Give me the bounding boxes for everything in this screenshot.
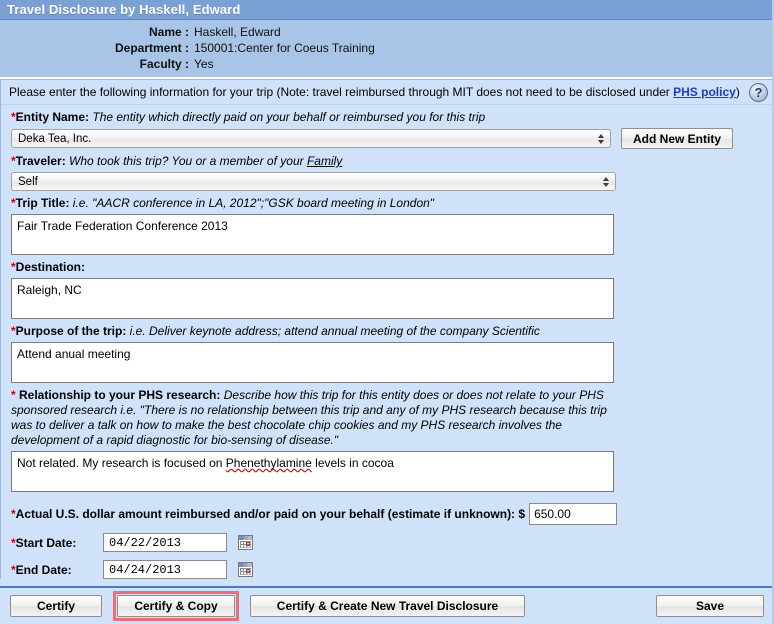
label-traveler: *Traveler: Who took this trip? You or a … [11,149,763,172]
field-amount: *Actual U.S. dollar amount reimbursed an… [1,492,773,525]
calendar-icon[interactable] [238,535,253,550]
label-start-date: *Start Date: [11,536,103,550]
instruction-text-before: Please enter the following information f… [9,85,674,99]
calendar-icon[interactable] [238,562,253,577]
end-date-input[interactable]: 04/24/2013 [103,560,227,579]
entity-name-select[interactable]: Deka Tea, Inc. [11,129,611,148]
instruction-text: Please enter the following information f… [9,85,740,99]
label-text: Actual U.S. dollar amount reimbursed and… [15,507,526,521]
trip-title-input[interactable]: Fair Trade Federation Conference 2013 [11,214,614,255]
certify-button[interactable]: Certify [10,595,102,617]
label-text: Purpose of the trip: [15,324,127,338]
certify-and-copy-highlight: Certify & Copy [113,591,239,621]
label-text: End Date: [15,562,72,577]
field-trip-title: *Trip Title: i.e. "AACR conference in LA… [1,191,773,255]
purpose-input[interactable]: Attend anual meeting [11,342,614,383]
add-new-entity-button[interactable]: Add New Entity [621,128,734,149]
field-purpose: *Purpose of the trip: i.e. Deliver keyno… [1,319,773,383]
info-label-department: Department : [114,41,189,55]
label-text: Start Date: [15,535,77,550]
save-button[interactable]: Save [656,595,764,617]
label-text: Trip Title: [15,196,70,210]
start-date-input[interactable]: 04/22/2013 [103,533,227,552]
info-label-faculty: Faculty : [139,57,189,71]
field-destination: *Destination: Raleigh, NC [1,255,773,319]
instruction-text-after: ) [735,85,740,99]
question-mark-icon[interactable]: ? [749,83,768,102]
label-text: Entity Name: [15,110,90,124]
label-text: Traveler: [15,154,66,168]
select-arrows-icon [594,131,607,146]
page-title: Travel Disclosure by Haskell, Edward [7,2,241,17]
label-hint: The entity which directly paid on your b… [89,110,486,124]
info-value-department: 150001:Center for Coeus Training [194,41,375,55]
label-trip-title: *Trip Title: i.e. "AACR conference in LA… [11,191,763,214]
relationship-input[interactable]: Not related. My research is focused on P… [11,451,614,492]
field-traveler: *Traveler: Who took this trip? You or a … [1,149,773,191]
relationship-value-prefix: Not related. My research is focused on [17,456,226,470]
select-arrows-icon [599,174,612,189]
form-action-bar: Certify Certify & Copy Certify & Create … [0,586,774,624]
label-entity-name: *Entity Name: The entity which directly … [11,105,763,128]
footer-left-buttons: Certify Certify & Copy Certify & Create … [10,591,525,621]
label-text: Relationship to your PHS research: [15,388,221,402]
field-relationship: * Relationship to your PHS research: Des… [1,383,773,492]
relationship-value-suffix: levels in cocoa [311,456,394,470]
info-label-name: Name : [148,25,189,39]
traveler-selected-value: Self [18,175,38,188]
label-hint: i.e. Deliver keynote address; attend ann… [126,324,540,338]
window-title-bar: Travel Disclosure by Haskell, Edward [0,0,774,20]
entity-name-row: Deka Tea, Inc. Add New Entity [11,128,763,149]
info-row-department: Department : 150001:Center for Coeus Tra… [0,40,774,56]
travel-disclosure-form: Please enter the following information f… [0,79,774,579]
traveler-select[interactable]: Self [11,172,616,191]
relationship-value-misspelled: Phenethylamine [225,456,312,470]
info-value-faculty: Yes [194,57,214,71]
label-hint: Who took this trip? You or a member of y… [65,154,307,168]
travel-disclosure-window: Travel Disclosure by Haskell, Edward Nam… [0,0,774,624]
certify-and-copy-button[interactable]: Certify & Copy [117,595,235,617]
label-relationship: * Relationship to your PHS research: Des… [11,383,611,451]
instruction-bar: Please enter the following information f… [1,80,773,105]
phs-policy-link[interactable]: PHS policy [673,85,736,99]
label-hint-family: Family [306,154,343,168]
label-destination: *Destination: [11,255,763,278]
destination-input[interactable]: Raleigh, NC [11,278,614,319]
field-start-date: *Start Date: 04/22/2013 [1,525,773,552]
label-hint: i.e. "AACR conference in LA, 2012";"GSK … [69,196,435,210]
info-value-name: Haskell, Edward [194,25,281,39]
label-amount: *Actual U.S. dollar amount reimbursed an… [11,507,525,521]
label-text: Destination: [15,260,86,274]
person-info-panel: Name : Haskell, Edward Department : 1500… [0,20,774,79]
field-entity-name: *Entity Name: The entity which directly … [1,105,773,149]
certify-and-create-new-button[interactable]: Certify & Create New Travel Disclosure [250,595,525,617]
entity-name-selected-value: Deka Tea, Inc. [18,132,92,145]
label-end-date: *End Date: [11,563,103,577]
field-end-date: *End Date: 04/24/2013 [1,552,773,579]
info-row-name: Name : Haskell, Edward [0,24,774,40]
info-row-faculty: Faculty : Yes [0,56,774,72]
amount-input[interactable]: 650.00 [529,503,618,525]
label-purpose: *Purpose of the trip: i.e. Deliver keyno… [11,319,763,342]
